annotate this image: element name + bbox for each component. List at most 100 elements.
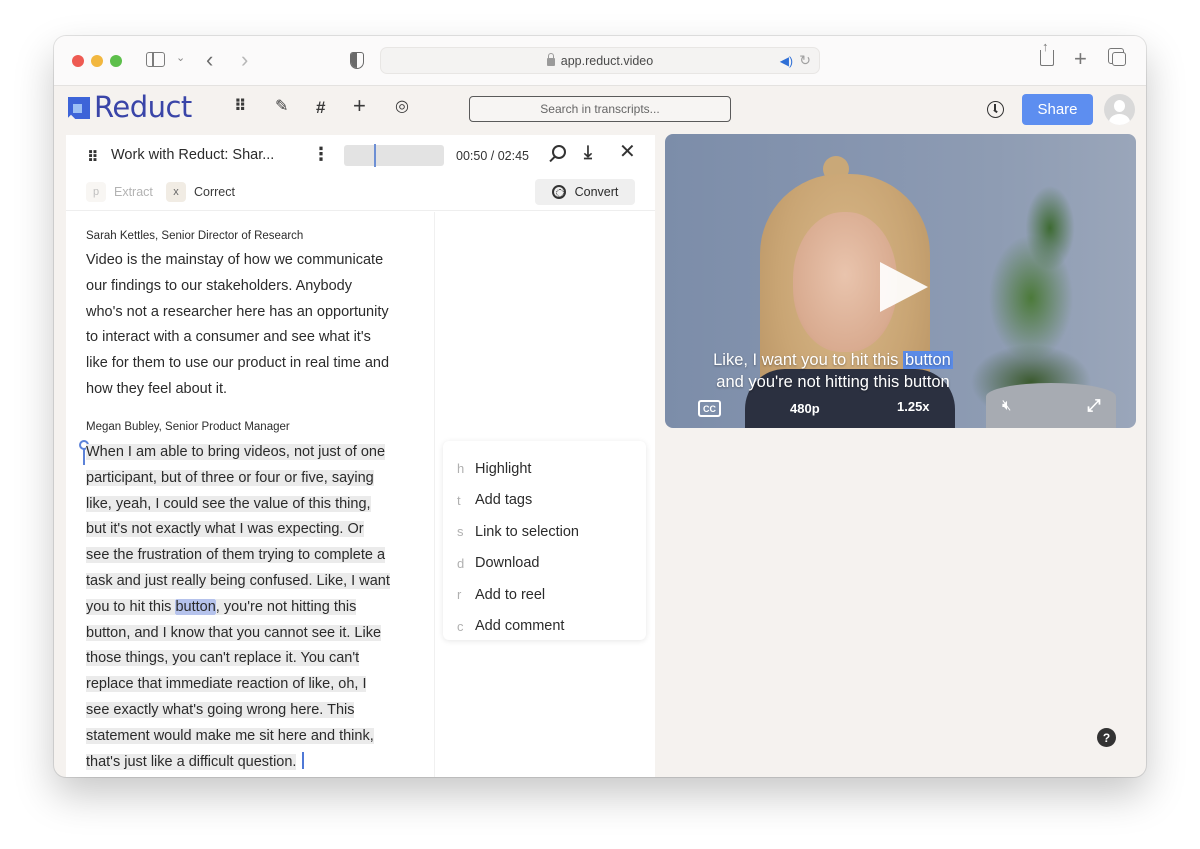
selection-end-caret[interactable] (302, 751, 304, 769)
selection-handle-stem (83, 449, 85, 465)
menu-item-add-comment[interactable]: c Add comment (443, 611, 646, 643)
search-placeholder: Search in transcripts... (540, 102, 660, 116)
address-bar[interactable]: app.reduct.video ◀︎) ↻ (380, 47, 820, 74)
mode-label: Correct (194, 185, 235, 199)
minimize-window-button[interactable] (91, 55, 103, 67)
highlighted-word[interactable]: button (175, 598, 216, 615)
browser-toolbar: ⌄ ‹ › app.reduct.video ◀︎) ↻ + (54, 36, 1146, 86)
transcript-line: participant, but of three or four or fiv… (86, 469, 374, 486)
menu-item-link-to-selection[interactable]: s Link to selection (443, 516, 646, 548)
speaker-label: Sarah Kettles, Senior Director of Resear… (86, 230, 304, 242)
people-icon[interactable]: ⠿ (234, 99, 247, 115)
search-icon[interactable] (552, 145, 566, 159)
hashtag-icon[interactable]: # (316, 99, 325, 116)
reel-icon[interactable]: ◎ (395, 99, 409, 115)
highlighter-icon[interactable]: ✎ (275, 99, 288, 115)
selection-context-menu: h Highlight t Add tags s Link to selection … (443, 441, 646, 640)
mute-icon[interactable]: 🔇︎ (1002, 397, 1011, 414)
quality-selector[interactable]: 480p (790, 401, 820, 416)
transcript-line: button, and I know that you cannot see i… (86, 624, 382, 641)
close-icon[interactable]: ✕ (619, 142, 636, 162)
sidebar-icon[interactable] (146, 52, 165, 67)
fullscreen-icon[interactable]: ⤢ (1087, 396, 1101, 416)
transcript-line: statement would make me sit here and thi… (86, 727, 374, 744)
mode-label: Extract (114, 185, 153, 199)
browser-window: ⌄ ‹ › app.reduct.video ◀︎) ↻ + Reduct ⠿ … (54, 36, 1146, 777)
share-icon[interactable] (1040, 40, 1054, 66)
transcript-toolbar: ⠿ Work with Reduct: Shar... ⋮ 00:50 / 02… (66, 135, 655, 211)
mode-correct[interactable]: x Correct (166, 181, 235, 203)
menu-item-label: Add tags (475, 492, 533, 509)
shortcut-key: d (457, 555, 465, 571)
forward-icon[interactable]: › (241, 49, 248, 71)
play-icon[interactable] (880, 262, 928, 312)
help-button[interactable]: ? (1097, 728, 1116, 747)
playhead-marker[interactable] (374, 144, 377, 167)
closed-captions-button[interactable]: CC (698, 400, 721, 417)
download-icon[interactable]: ⤓ (584, 143, 592, 161)
transcript-line: like, yeah, I could see the value of thi… (86, 495, 371, 512)
project-title[interactable]: Work with Reduct: Shar... (111, 147, 274, 163)
shortcut-key: r (457, 587, 462, 603)
transcript-paragraph[interactable]: Video is the mainstay of how we communic… (86, 248, 426, 403)
transcript-line: see exactly what's going wrong here. Thi… (86, 701, 355, 718)
new-tab-icon[interactable]: + (1074, 48, 1087, 70)
caption-highlighted-word: button (902, 351, 953, 369)
menu-item-label: Add comment (475, 618, 565, 635)
menu-item-download[interactable]: d Download (443, 548, 646, 580)
menu-item-label: Link to selection (475, 523, 579, 540)
share-button[interactable]: Share (1022, 94, 1093, 125)
project-people-icon: ⠿ (87, 149, 99, 166)
playback-speed-selector[interactable]: 1.25x (897, 399, 930, 414)
history-clock-icon[interactable] (987, 101, 1004, 118)
transcript-line: Video is the mainstay of how we communic… (86, 252, 384, 268)
more-options-icon[interactable]: ⋮ (312, 145, 330, 163)
shortcut-key: s (457, 524, 464, 540)
tabs-overview-icon[interactable] (1112, 52, 1126, 66)
transcript-line: but it's not exactly what I was expectin… (86, 521, 364, 538)
convert-label: Convert (574, 185, 619, 199)
back-icon[interactable]: ‹ (206, 49, 213, 71)
menu-item-label: Add to reel (475, 586, 546, 603)
menu-item-label: Highlight (475, 460, 532, 477)
video-player[interactable]: Like, I want you to hit this button and … (665, 134, 1136, 428)
user-avatar[interactable] (1104, 94, 1135, 125)
privacy-shield-icon[interactable] (350, 52, 364, 69)
transcript-line: to interact with a consumer and see what… (86, 329, 371, 346)
plus-icon[interactable]: + (353, 95, 366, 117)
transcript-paragraph-selected[interactable]: When I am able to bring videos, not just… (86, 440, 426, 775)
video-caption-line: and you're not hitting this button (716, 373, 950, 391)
chevron-down-icon[interactable]: ⌄ (176, 53, 185, 64)
url-text: app.reduct.video (560, 53, 654, 68)
mode-extract[interactable]: p Extract (86, 181, 153, 203)
shortcut-key: h (457, 461, 465, 477)
menu-item-add-tags[interactable]: t Add tags (443, 485, 646, 517)
transcript-line: who's not a researcher here has an oppor… (86, 303, 389, 320)
convert-button[interactable]: Convert (535, 179, 635, 205)
timeline-scrubber[interactable] (344, 144, 444, 167)
transcript-search-input[interactable]: Search in transcripts... (469, 96, 731, 122)
transcript-line: like for them to use our product in real… (86, 355, 390, 372)
maximize-window-button[interactable] (110, 55, 122, 67)
menu-item-label: Download (475, 555, 540, 572)
transcript-body[interactable]: Sarah Kettles, Senior Director of Resear… (66, 212, 435, 777)
speaker-label: Megan Bubley, Senior Product Manager (86, 421, 290, 433)
logo-mark-icon (68, 96, 90, 119)
speaker-icon[interactable]: ◀︎) (780, 54, 793, 68)
transcript-panel: ⠿ Work with Reduct: Shar... ⋮ 00:50 / 02… (66, 135, 655, 777)
reload-icon[interactable]: ↻ (799, 52, 811, 69)
close-window-button[interactable] (72, 55, 84, 67)
reduct-logo[interactable]: Reduct (68, 93, 192, 122)
logo-text: Reduct (94, 90, 192, 124)
film-reel-icon (551, 185, 566, 199)
transcript-line: our findings to our stakeholders. Anybod… (86, 277, 352, 294)
transcript-line: those things, you can't replace it. You … (86, 650, 360, 667)
lock-icon (546, 52, 555, 66)
menu-item-highlight[interactable]: h Highlight (443, 453, 646, 485)
timecode: 00:50 / 02:45 (456, 149, 529, 163)
menu-item-add-to-reel[interactable]: r Add to reel (443, 579, 646, 611)
mode-shortcut-key: p (86, 182, 106, 202)
transcript-line: task and just really being confused. Lik… (86, 572, 390, 589)
shortcut-key: t (457, 492, 461, 508)
mode-shortcut-key: x (166, 182, 186, 202)
